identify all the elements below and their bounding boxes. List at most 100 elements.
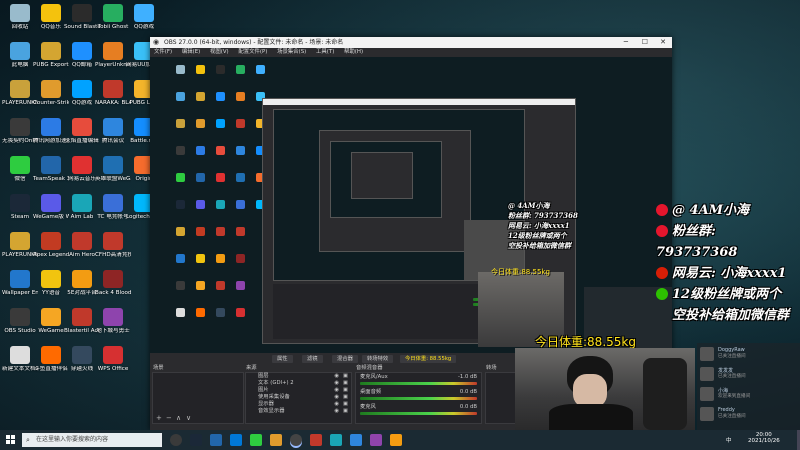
visibility-icon[interactable]: ◉: [334, 380, 339, 387]
audio-meter[interactable]: [360, 412, 477, 415]
close-icon[interactable]: ✕: [660, 37, 666, 48]
menu-edit[interactable]: 编辑(E): [182, 49, 200, 55]
visibility-icon[interactable]: ◉: [334, 394, 339, 401]
preview-overlay-block: @ 4AM小海 粉丝群: 793737368 网易云: 小海xxxx1 12级粉…: [508, 201, 578, 251]
lock-icon[interactable]: ▣: [343, 408, 348, 415]
menu-tools[interactable]: 工具(T): [316, 49, 334, 55]
desktop-icon[interactable]: CFHD高清竞技大区: [95, 232, 131, 270]
explorer-taskbar-icon[interactable]: [270, 434, 282, 446]
obs-taskbar-icon[interactable]: [290, 434, 302, 446]
preview-overlay-promo2: 空投补给箱加微信群: [508, 241, 571, 250]
steam-taskbar-icon[interactable]: [190, 434, 202, 446]
task-view-icon[interactable]: [170, 434, 182, 446]
wechat-taskbar-icon[interactable]: [250, 434, 262, 446]
overlay-promo1: 12级粉丝牌或两个: [672, 287, 782, 302]
sources-list: 图层 ◉ ▣ 文本 (GDI+) 2 ◉ ▣ 图片 ◉ ▣ 使用采集设备 ◉ ▣ 显示器 ◉ ▣ 音效显示器 ◉…: [246, 373, 351, 415]
source-label: 音效显示器: [258, 408, 285, 414]
audio-meter[interactable]: [360, 382, 477, 385]
chat-message: 已关注直播间: [718, 414, 746, 419]
app-icon: [103, 80, 123, 98]
game-taskbar-icon[interactable]: [310, 434, 322, 446]
menu-view[interactable]: 视图(V): [210, 49, 229, 55]
lock-icon[interactable]: ▣: [343, 401, 348, 408]
taskbar-search[interactable]: ⌕ 在这里输入你要搜索的内容: [22, 433, 162, 447]
source-item[interactable]: 显示器 ◉ ▣: [246, 401, 351, 408]
chat-item: 小海 欢迎来到直播间: [700, 387, 798, 403]
transitions-dock[interactable]: [485, 372, 517, 424]
language-indicator[interactable]: 中: [726, 436, 732, 444]
preview-mini-icon: [236, 308, 245, 317]
visibility-icon[interactable]: ◉: [334, 408, 339, 415]
preview-mini-icon: [236, 281, 245, 290]
preview-mini-icon: [196, 227, 205, 236]
obs-menubar: 文件(F) 编辑(E) 视图(V) 配置文件(P) 场景集合(S) 工具(T) …: [150, 48, 672, 57]
windows-start-icon[interactable]: [6, 435, 16, 445]
desktop-icon[interactable]: Back 4 Blood Beta: [95, 270, 131, 308]
remove-scene-icon[interactable]: −: [166, 414, 172, 422]
app-icon: [103, 308, 123, 326]
maximize-icon[interactable]: ☐: [642, 37, 648, 48]
clock-date: 2021/10/26: [748, 438, 780, 444]
clock[interactable]: 20:00 2021/10/26: [748, 432, 780, 444]
lock-icon[interactable]: ▣: [343, 373, 348, 380]
source-label: 使用采集设备: [258, 394, 290, 400]
transitions-header: 转场: [486, 365, 497, 371]
nested-preview-1: [273, 109, 525, 281]
move-up-icon[interactable]: ∧: [176, 414, 181, 422]
source-item[interactable]: 使用采集设备 ◉ ▣: [246, 394, 351, 401]
menu-scene-collection[interactable]: 场景集合(S): [277, 49, 306, 55]
aimlab-taskbar-icon[interactable]: [330, 434, 342, 446]
lock-icon[interactable]: ▣: [343, 394, 348, 401]
preview-mini-icon: [216, 92, 225, 101]
menu-help[interactable]: 帮助(H): [344, 49, 363, 55]
app-taskbar-icon[interactable]: [370, 434, 382, 446]
preview-mini-icon: [196, 200, 205, 209]
minimize-icon[interactable]: ─: [624, 37, 628, 48]
obs-titlebar[interactable]: ◉ OBS 27.0.0 (64-bit, windows) - 配置文件: 未…: [150, 37, 672, 48]
audio-track-name: 麦克风: [360, 404, 376, 410]
teamspeak-taskbar-icon[interactable]: [210, 434, 222, 446]
source-label: 显示器: [258, 401, 274, 407]
audio-meter[interactable]: [360, 397, 477, 400]
edge-taskbar-icon[interactable]: [230, 434, 242, 446]
netease-music-icon: [656, 267, 668, 279]
preview-mini-icon: [256, 65, 265, 74]
overlay-fan-row: 粉丝群: 793737368: [656, 221, 800, 263]
desktop-icon[interactable]: WPS Office: [95, 346, 131, 384]
app-icon: [41, 156, 61, 174]
sources-dock[interactable]: 图层 ◉ ▣ 文本 (GDI+) 2 ◉ ▣ 图片 ◉ ▣ 使用采集设备 ◉ ▣ 显示器 ◉ ▣ 音效显示器 ◉…: [245, 372, 352, 424]
source-item[interactable]: 图片 ◉ ▣: [246, 387, 351, 394]
scenes-dock[interactable]: + − ∧ ∨: [152, 372, 244, 424]
source-item[interactable]: 图层 ◉ ▣: [246, 373, 351, 380]
menu-profile[interactable]: 配置文件(P): [238, 49, 267, 55]
source-label: 图层: [258, 373, 269, 379]
preview-mini-icon: [176, 65, 185, 74]
app-icon: [41, 194, 61, 212]
audio-track: 麦克风/Aux -1.0 dB: [356, 373, 481, 388]
tab-weight[interactable]: 今日体重: 88.55kg: [400, 355, 457, 363]
preview-mini-icon: [196, 92, 205, 101]
chat-item: Freddy 已关注直播间: [700, 407, 798, 423]
obs-preview[interactable]: 今日体重:88.55kg @ 4AM小海 粉丝群: 793737368 网易云:…: [150, 57, 672, 353]
taskbar: ⌕ 在这里输入你要搜索的内容 中 20:00 2021/10/26: [0, 430, 800, 450]
tab-transition[interactable]: 转场特效: [362, 355, 394, 363]
desktop-icon[interactable]: 地下城与勇士: [95, 308, 131, 346]
avatar: [700, 407, 714, 421]
add-scene-icon[interactable]: +: [156, 414, 162, 422]
source-item[interactable]: 文本 (GDI+) 2 ◉ ▣: [246, 380, 351, 387]
tab-mixer[interactable]: 混合器: [332, 355, 358, 363]
lock-icon[interactable]: ▣: [343, 380, 348, 387]
menu-file[interactable]: 文件(F): [154, 49, 172, 55]
tab-filters[interactable]: 滤镜: [302, 355, 323, 363]
qq-taskbar-icon[interactable]: [350, 434, 362, 446]
move-down-icon[interactable]: ∨: [186, 414, 191, 422]
visibility-icon[interactable]: ◉: [334, 387, 339, 394]
tab-properties[interactable]: 属性: [272, 355, 293, 363]
lock-icon[interactable]: ▣: [343, 387, 348, 394]
desktop-icon-label: CFHD高清竞技大区: [95, 252, 131, 258]
visibility-icon[interactable]: ◉: [334, 401, 339, 408]
preview-mini-icon: [176, 119, 185, 128]
source-item[interactable]: 音效显示器 ◉ ▣: [246, 408, 351, 415]
visibility-icon[interactable]: ◉: [334, 373, 339, 380]
app2-taskbar-icon[interactable]: [390, 434, 402, 446]
